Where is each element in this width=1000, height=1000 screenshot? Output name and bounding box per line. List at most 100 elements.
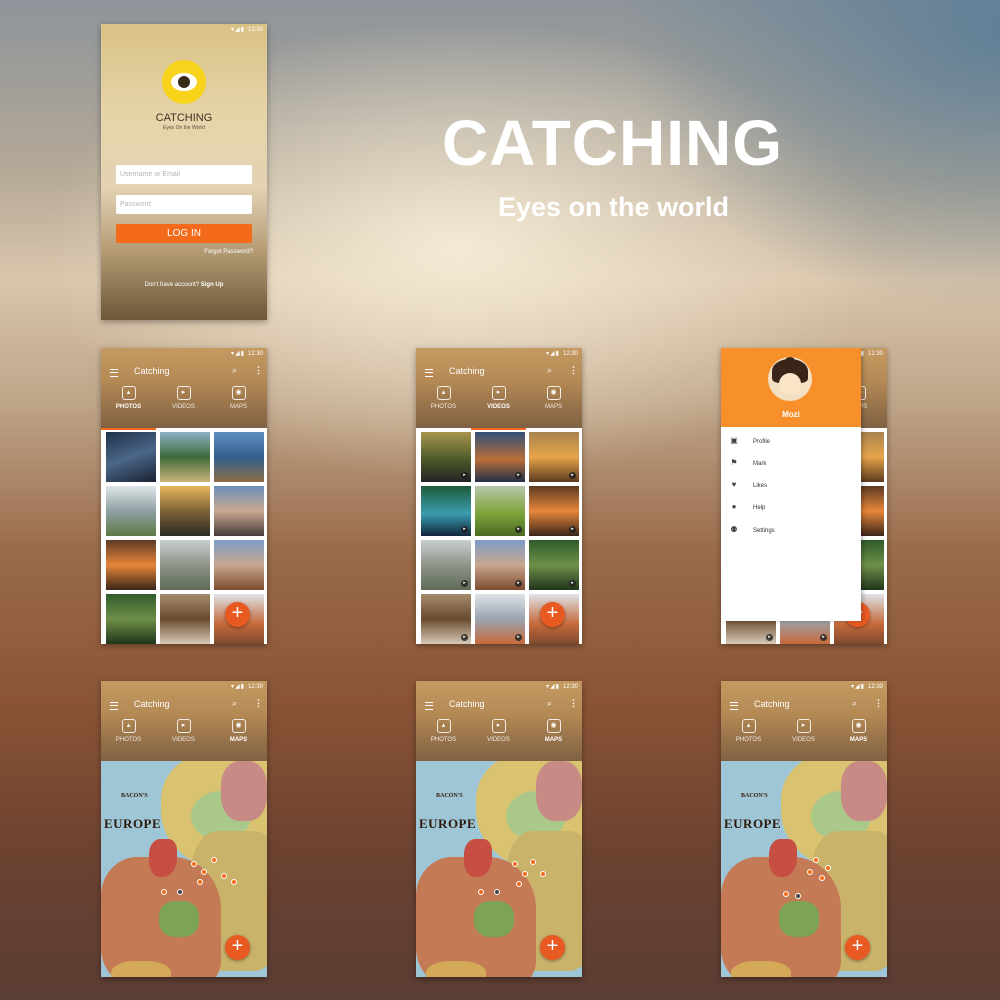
drawer-item-settings[interactable]: ⚉ Settings — [729, 523, 854, 537]
signup-link[interactable]: Sign Up — [201, 282, 224, 288]
photo-thumb[interactable] — [106, 594, 156, 644]
photo-thumb[interactable] — [160, 432, 210, 482]
tab-photos[interactable]: ▴ PHOTOS — [101, 719, 156, 761]
add-button[interactable]: + — [845, 935, 870, 960]
video-thumb[interactable]: ▸ — [421, 594, 471, 644]
tab-videos[interactable]: ▸ VIDEOS — [156, 386, 211, 428]
maps-screen: ▾◢▮ 12:30 Catching ⌕ ⋮ ▴ PHOTOS ▸ VIDEOS ◉ M… — [416, 681, 582, 977]
play-icon: ▸ — [515, 526, 522, 533]
tab-photos[interactable]: ▴ PHOTOS — [416, 719, 471, 761]
tab-maps[interactable]: ◉MAPS — [526, 386, 581, 428]
drawer-item-likes[interactable]: ♥ Likes — [729, 478, 854, 492]
photo-thumb[interactable] — [160, 540, 210, 590]
search-icon[interactable]: ⌕ — [547, 365, 552, 376]
map-pin[interactable] — [177, 889, 183, 895]
menu-icon[interactable] — [110, 369, 118, 377]
photo-thumb[interactable] — [106, 486, 156, 536]
search-icon[interactable]: ⌕ — [232, 365, 237, 376]
add-button[interactable]: + — [225, 602, 250, 627]
map-pin[interactable] — [512, 861, 518, 867]
map-pin[interactable] — [161, 889, 167, 895]
more-icon[interactable]: ⋮ — [569, 698, 578, 709]
video-thumb[interactable]: ▸ — [529, 540, 579, 590]
drawer-item-help[interactable]: ● Help — [729, 500, 854, 514]
tab-photos[interactable]: ▴ PHOTOS — [101, 386, 156, 430]
tab-maps[interactable]: ◉MAPS — [831, 719, 886, 763]
video-thumb[interactable]: ▸ — [421, 540, 471, 590]
map-pin[interactable] — [783, 891, 789, 897]
video-thumb[interactable]: ▸ — [475, 540, 525, 590]
tab-maps[interactable]: ◉MAPS — [211, 719, 266, 763]
menu-icon[interactable] — [110, 702, 118, 710]
map-pin[interactable] — [516, 881, 522, 887]
map-pin[interactable] — [478, 889, 484, 895]
map-pin[interactable] — [813, 857, 819, 863]
map-pin[interactable] — [221, 873, 227, 879]
more-icon[interactable]: ⋮ — [254, 365, 263, 376]
map-pin[interactable] — [819, 875, 825, 881]
map-pin[interactable] — [807, 869, 813, 875]
more-icon[interactable]: ⋮ — [254, 698, 263, 709]
search-icon[interactable]: ⌕ — [852, 698, 857, 709]
map-pin[interactable] — [494, 889, 500, 895]
signal-icons: ▾◢▮ — [231, 27, 245, 33]
drawer-item-profile[interactable]: ▣ Profile — [729, 434, 854, 448]
tab-maps[interactable]: ◉MAPS — [526, 719, 581, 763]
map-pin[interactable] — [211, 857, 217, 863]
tab-photos[interactable]: ▴ PHOTOS — [416, 386, 471, 428]
map-pin[interactable] — [530, 859, 536, 865]
photo-thumb[interactable] — [106, 540, 156, 590]
tab-maps[interactable]: ◉MAPS — [211, 386, 266, 428]
add-button[interactable]: + — [225, 935, 250, 960]
hero-title: CATCHING — [442, 107, 783, 179]
photo-thumb[interactable] — [214, 486, 264, 536]
username-field[interactable] — [116, 165, 252, 184]
photo-thumb[interactable] — [160, 594, 210, 644]
video-thumb[interactable]: ▸ — [475, 594, 525, 644]
add-button[interactable]: + — [540, 602, 565, 627]
search-icon[interactable]: ⌕ — [547, 698, 552, 709]
forgot-password-link[interactable]: Forgot Password? — [204, 249, 253, 255]
video-thumb[interactable]: ▸ — [421, 432, 471, 482]
search-icon[interactable]: ⌕ — [232, 698, 237, 709]
tab-videos[interactable]: ▸ VIDEOS — [471, 719, 526, 761]
photo-thumb[interactable] — [160, 486, 210, 536]
map-pin[interactable] — [191, 861, 197, 867]
avatar[interactable] — [768, 357, 812, 401]
profile-icon: ▣ — [730, 436, 738, 445]
menu-icon[interactable] — [730, 702, 738, 710]
map-pin[interactable] — [231, 879, 237, 885]
menu-icon[interactable] — [425, 369, 433, 377]
tab-videos[interactable]: ▸ VIDEOS — [156, 719, 211, 761]
video-thumb[interactable]: ▸ — [475, 432, 525, 482]
tab-videos[interactable]: ▸ VIDEOS — [471, 386, 526, 430]
login-button[interactable]: LOG IN — [116, 224, 252, 243]
video-thumb[interactable]: ▸ — [475, 486, 525, 536]
tab-videos[interactable]: ▸ VIDEOS — [776, 719, 831, 761]
map-publisher: BACON'S — [436, 793, 463, 799]
map-pin[interactable] — [197, 879, 203, 885]
map-pin[interactable] — [825, 865, 831, 871]
hero-subtitle: Eyes on the world — [498, 192, 730, 222]
menu-icon[interactable] — [425, 702, 433, 710]
photo-icon: ▴ — [436, 386, 451, 400]
map-pin[interactable] — [795, 893, 801, 899]
map-pin[interactable] — [522, 871, 528, 877]
password-field[interactable] — [116, 195, 252, 214]
map-pin[interactable] — [201, 869, 207, 875]
video-thumb[interactable]: ▸ — [529, 432, 579, 482]
photo-thumb[interactable] — [214, 432, 264, 482]
drawer-item-mark[interactable]: ⚑ Mark — [729, 456, 854, 470]
map-title: EUROPE — [419, 816, 477, 831]
photo-thumb[interactable] — [214, 540, 264, 590]
tab-photos[interactable]: ▴ PHOTOS — [721, 719, 776, 761]
more-icon[interactable]: ⋮ — [569, 365, 578, 376]
video-thumb[interactable]: ▸ — [529, 486, 579, 536]
more-icon[interactable]: ⋮ — [874, 698, 883, 709]
video-thumb[interactable]: ▸ — [421, 486, 471, 536]
map-pin[interactable] — [540, 871, 546, 877]
photo-thumb[interactable] — [106, 432, 156, 482]
video-icon: ▸ — [491, 719, 506, 733]
maps-screen: ▾◢▮ 12:30 Catching ⌕ ⋮ ▴ PHOTOS ▸ VIDEOS ◉ M… — [721, 681, 887, 977]
add-button[interactable]: + — [540, 935, 565, 960]
